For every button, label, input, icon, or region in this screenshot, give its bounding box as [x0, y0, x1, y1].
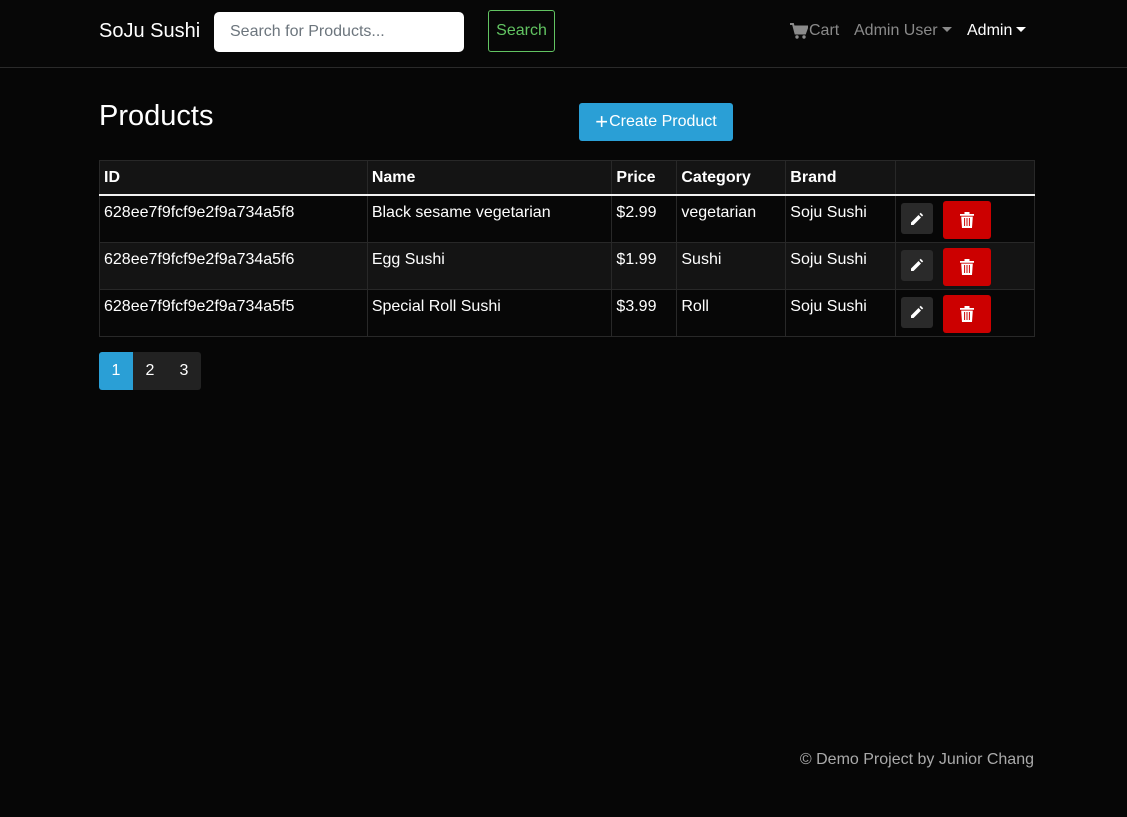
column-header-actions: [895, 160, 1035, 196]
cell-brand: Soju Sushi: [785, 288, 897, 337]
cell-category: vegetarian: [676, 194, 787, 243]
create-product-button[interactable]: + Create Product: [579, 103, 733, 141]
pagination: 1 2 3: [99, 352, 201, 390]
footer-text: © Demo Project by Junior Chang: [799, 751, 1034, 768]
user-menu-dropdown[interactable]: Admin User: [854, 22, 952, 40]
cart-label: Cart: [809, 22, 840, 39]
delete-button[interactable]: [942, 247, 991, 286]
cell-price: $2.99: [611, 194, 678, 243]
page-title: Products: [99, 100, 214, 132]
delete-button[interactable]: [942, 201, 991, 239]
trash-icon: [959, 305, 974, 322]
cell-brand: Soju Sushi: [785, 194, 897, 243]
user-menu-label: Admin User: [854, 22, 938, 39]
admin-menu-dropdown[interactable]: Admin: [967, 22, 1027, 40]
cell-actions: [895, 288, 1035, 337]
cell-price: $3.99: [611, 288, 678, 337]
navbar: SoJu Sushi Search Cart Admin User Admin: [0, 0, 1127, 68]
trash-icon: [959, 258, 974, 275]
search-button[interactable]: Search: [488, 10, 555, 52]
plus-icon: +: [595, 109, 609, 134]
page-link-2[interactable]: 2: [133, 352, 167, 390]
table-row: 628ee7f9fcf9e2f9a734a5f5 Special Roll Su…: [99, 288, 1035, 337]
products-table: ID Name Price Category Brand 628ee7f9fcf…: [99, 160, 1035, 337]
edit-button[interactable]: [901, 203, 934, 234]
column-header-price: Price: [611, 160, 678, 196]
cell-id: 628ee7f9fcf9e2f9a734a5f5: [99, 288, 368, 337]
column-header-name: Name: [366, 160, 613, 196]
cell-actions: [895, 194, 1035, 243]
edit-button[interactable]: [901, 296, 934, 328]
cell-name: Black sesame vegetarian: [366, 194, 613, 243]
chevron-down-icon: [1016, 27, 1027, 32]
delete-button[interactable]: [942, 294, 991, 333]
brand-logo[interactable]: SoJu Sushi: [99, 20, 200, 43]
column-header-brand: Brand: [785, 160, 897, 196]
column-header-category: Category: [676, 160, 787, 196]
create-product-label: Create Product: [609, 113, 717, 130]
page-link-1[interactable]: 1: [99, 352, 133, 390]
page-link-3[interactable]: 3: [167, 352, 201, 390]
column-header-id: ID: [99, 160, 368, 196]
pencil-icon: [911, 305, 924, 318]
table-row: 628ee7f9fcf9e2f9a734a5f6 Egg Sushi $1.99…: [99, 241, 1035, 290]
cell-name: Egg Sushi: [366, 241, 613, 290]
cell-category: Sushi: [676, 241, 787, 290]
edit-button[interactable]: [901, 249, 934, 281]
cell-actions: [895, 241, 1035, 290]
cell-brand: Soju Sushi: [785, 241, 897, 290]
chevron-down-icon: [941, 27, 952, 32]
trash-icon: [959, 212, 974, 228]
cell-category: Roll: [676, 288, 787, 337]
pencil-icon: [911, 258, 924, 271]
table-row: 628ee7f9fcf9e2f9a734a5f8 Black sesame ve…: [99, 194, 1035, 243]
admin-menu-label: Admin: [967, 22, 1013, 39]
cart-icon: [790, 23, 808, 39]
search-input[interactable]: [214, 12, 464, 52]
cell-id: 628ee7f9fcf9e2f9a734a5f8: [99, 194, 368, 243]
cell-id: 628ee7f9fcf9e2f9a734a5f6: [99, 241, 368, 290]
pencil-icon: [911, 212, 924, 225]
cell-name: Special Roll Sushi: [366, 288, 613, 337]
cart-link[interactable]: Cart: [790, 22, 839, 40]
cell-price: $1.99: [611, 241, 678, 290]
table-header-row: ID Name Price Category Brand: [99, 160, 1035, 196]
